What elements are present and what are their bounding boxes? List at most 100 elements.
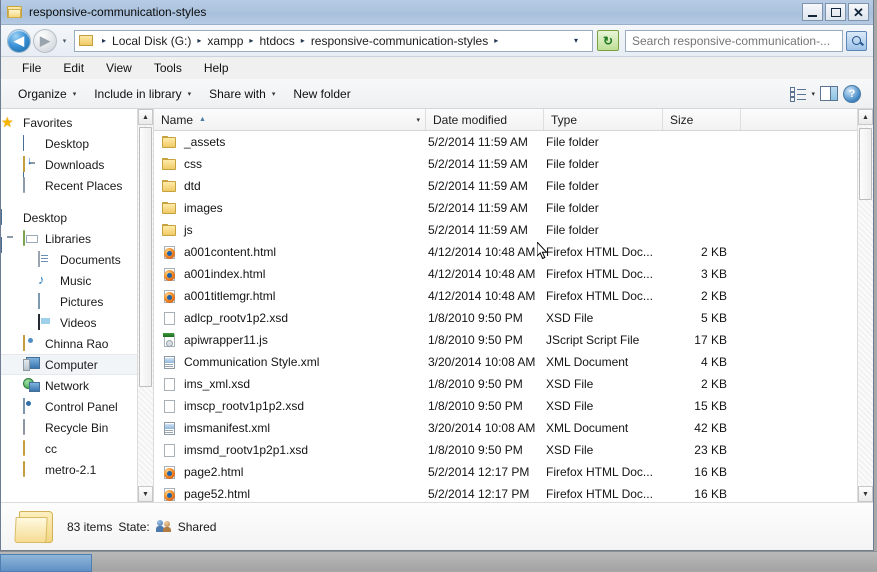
file-list-scroll-thumb[interactable] bbox=[859, 128, 872, 200]
table-row[interactable]: imscp_rootv1p1p2.xsd 1/8/2010 9:50 PM XS… bbox=[154, 395, 873, 417]
sidebar-item-desktop[interactable]: Desktop bbox=[1, 133, 153, 154]
sidebar-item-computer[interactable]: Computer bbox=[1, 354, 153, 375]
new-folder-button[interactable]: New folder bbox=[284, 84, 359, 104]
taskbar[interactable] bbox=[0, 551, 877, 571]
scroll-down-button[interactable]: ▼ bbox=[858, 486, 873, 502]
breadcrumb-separator[interactable]: ▸ bbox=[244, 36, 258, 45]
sidebar-item-recycle-bin[interactable]: Recycle Bin bbox=[1, 417, 153, 438]
column-header-blank[interactable] bbox=[741, 109, 873, 130]
column-header-date-modified[interactable]: Date modified bbox=[426, 109, 544, 130]
file-name-cell[interactable]: imsmanifest.xml bbox=[154, 421, 426, 436]
table-row[interactable]: _assets 5/2/2014 11:59 AM File folder bbox=[154, 131, 873, 153]
sidebar-item-network[interactable]: Network bbox=[1, 375, 153, 396]
breadcrumb-item-3[interactable]: responsive-communication-styles bbox=[310, 32, 489, 50]
maximize-button[interactable] bbox=[825, 3, 846, 21]
file-name-cell[interactable]: js bbox=[154, 223, 426, 238]
sidebar-item-metro21[interactable]: metro-2.1 bbox=[1, 459, 153, 480]
table-row[interactable]: a001index.html 4/12/2014 10:48 AM Firefo… bbox=[154, 263, 873, 285]
file-name-cell[interactable]: ims_xml.xsd bbox=[154, 377, 426, 392]
file-name-cell[interactable]: Communication Style.xml bbox=[154, 355, 426, 370]
back-button[interactable]: ◀ bbox=[7, 29, 31, 53]
breadcrumb-separator[interactable]: ▸ bbox=[192, 36, 206, 45]
table-row[interactable]: imsmanifest.xml 3/20/2014 10:08 AM XML D… bbox=[154, 417, 873, 439]
file-list-scrollbar[interactable]: ▲ ▼ bbox=[857, 109, 873, 502]
view-dropdown-icon[interactable]: ▾ bbox=[811, 90, 815, 98]
file-name-cell[interactable]: _assets bbox=[154, 135, 426, 150]
breadcrumb-item-2[interactable]: htdocs bbox=[258, 32, 295, 50]
sidebar-item-control-panel[interactable]: Control Panel bbox=[1, 396, 153, 417]
sidebar-item-favorites[interactable]: ★ Favorites bbox=[1, 112, 153, 133]
sidebar-item-libraries[interactable]: Libraries bbox=[1, 228, 153, 249]
file-name-cell[interactable]: apiwrapper11.js bbox=[154, 333, 426, 348]
scroll-up-button[interactable]: ▲ bbox=[138, 109, 153, 125]
column-header-type[interactable]: Type bbox=[544, 109, 663, 130]
file-name-cell[interactable]: css bbox=[154, 157, 426, 172]
column-options-icon[interactable]: ▾ bbox=[416, 116, 420, 124]
scroll-down-button[interactable]: ▼ bbox=[138, 486, 153, 502]
table-row[interactable]: css 5/2/2014 11:59 AM File folder bbox=[154, 153, 873, 175]
search-box[interactable] bbox=[625, 30, 843, 52]
sidebar-scroll-thumb[interactable] bbox=[139, 127, 152, 387]
table-row[interactable]: Communication Style.xml 3/20/2014 10:08 … bbox=[154, 351, 873, 373]
table-row[interactable]: apiwrapper11.js 1/8/2010 9:50 PM JScript… bbox=[154, 329, 873, 351]
file-name-cell[interactable]: page2.html bbox=[154, 465, 426, 480]
file-name-cell[interactable]: dtd bbox=[154, 179, 426, 194]
address-dropdown-icon[interactable]: ▾ bbox=[568, 36, 590, 45]
menu-item-file[interactable]: File bbox=[11, 59, 52, 77]
sidebar-item-music[interactable]: ♪ Music bbox=[1, 270, 153, 291]
sidebar-scrollbar[interactable]: ▲ ▼ bbox=[137, 109, 153, 502]
recent-pages-dropdown[interactable]: ▾ bbox=[60, 31, 69, 51]
share-with-button[interactable]: Share with ▾ bbox=[200, 84, 284, 104]
file-name-cell[interactable]: page52.html bbox=[154, 487, 426, 502]
breadcrumb-item-1[interactable]: xampp bbox=[206, 32, 244, 50]
table-row[interactable]: a001content.html 4/12/2014 10:48 AM Fire… bbox=[154, 241, 873, 263]
table-row[interactable]: ims_xml.xsd 1/8/2010 9:50 PM XSD File 2 … bbox=[154, 373, 873, 395]
table-row[interactable]: page2.html 5/2/2014 12:17 PM Firefox HTM… bbox=[154, 461, 873, 483]
file-name-cell[interactable]: a001content.html bbox=[154, 245, 426, 260]
breadcrumb-separator[interactable]: ▸ bbox=[489, 36, 503, 45]
table-row[interactable]: a001titlemgr.html 4/12/2014 10:48 AM Fir… bbox=[154, 285, 873, 307]
file-name-cell[interactable]: imscp_rootv1p1p2.xsd bbox=[154, 399, 426, 414]
refresh-button[interactable]: ↻ bbox=[597, 30, 619, 51]
breadcrumb-separator[interactable]: ▸ bbox=[296, 36, 310, 45]
include-in-library-button[interactable]: Include in library ▾ bbox=[85, 84, 200, 104]
table-row[interactable]: dtd 5/2/2014 11:59 AM File folder bbox=[154, 175, 873, 197]
file-name-cell[interactable]: a001titlemgr.html bbox=[154, 289, 426, 304]
search-input[interactable] bbox=[626, 34, 842, 48]
help-icon[interactable]: ? bbox=[843, 85, 861, 103]
breadcrumb[interactable]: ▸ Local Disk (G:) ▸ xampp ▸ htdocs ▸ res… bbox=[74, 30, 593, 52]
column-header-name[interactable]: Name ▲ ▾ bbox=[154, 109, 426, 130]
menu-item-view[interactable]: View bbox=[95, 59, 143, 77]
sidebar-item-desktop-root[interactable]: Desktop bbox=[1, 207, 153, 228]
sidebar-item-pictures[interactable]: Pictures bbox=[1, 291, 153, 312]
breadcrumb-item-0[interactable]: Local Disk (G:) bbox=[111, 32, 192, 50]
table-row[interactable]: adlcp_rootv1p2.xsd 1/8/2010 9:50 PM XSD … bbox=[154, 307, 873, 329]
search-button[interactable] bbox=[846, 31, 867, 51]
sidebar-item-recent-places[interactable]: Recent Places bbox=[1, 175, 153, 196]
taskbar-button[interactable] bbox=[0, 554, 92, 572]
menu-item-help[interactable]: Help bbox=[193, 59, 240, 77]
file-name-cell[interactable]: imsmd_rootv1p2p1.xsd bbox=[154, 443, 426, 458]
table-row[interactable]: imsmd_rootv1p2p1.xsd 1/8/2010 9:50 PM XS… bbox=[154, 439, 873, 461]
forward-button[interactable]: ▶ bbox=[33, 29, 57, 53]
sidebar-item-chinna-rao[interactable]: Chinna Rao bbox=[1, 333, 153, 354]
table-row[interactable]: page52.html 5/2/2014 12:17 PM Firefox HT… bbox=[154, 483, 873, 502]
title-bar[interactable]: responsive-communication-styles ✕ bbox=[1, 0, 873, 25]
scroll-up-button[interactable]: ▲ bbox=[858, 109, 873, 125]
file-name-cell[interactable]: a001index.html bbox=[154, 267, 426, 282]
table-row[interactable]: js 5/2/2014 11:59 AM File folder bbox=[154, 219, 873, 241]
sidebar-item-cc[interactable]: cc bbox=[1, 438, 153, 459]
preview-pane-icon[interactable] bbox=[820, 86, 838, 101]
minimize-button[interactable] bbox=[802, 3, 823, 21]
file-name-cell[interactable]: adlcp_rootv1p2.xsd bbox=[154, 311, 426, 326]
column-header-size[interactable]: Size bbox=[663, 109, 741, 130]
change-view-icon[interactable] bbox=[790, 87, 806, 101]
sidebar-item-videos[interactable]: Videos bbox=[1, 312, 153, 333]
sidebar-item-documents[interactable]: Documents bbox=[1, 249, 153, 270]
file-name-cell[interactable]: images bbox=[154, 201, 426, 216]
organize-button[interactable]: Organize ▾ bbox=[9, 84, 85, 104]
sidebar-item-downloads[interactable]: Downloads bbox=[1, 154, 153, 175]
menu-item-tools[interactable]: Tools bbox=[143, 59, 193, 77]
close-button[interactable]: ✕ bbox=[848, 3, 869, 21]
table-row[interactable]: images 5/2/2014 11:59 AM File folder bbox=[154, 197, 873, 219]
